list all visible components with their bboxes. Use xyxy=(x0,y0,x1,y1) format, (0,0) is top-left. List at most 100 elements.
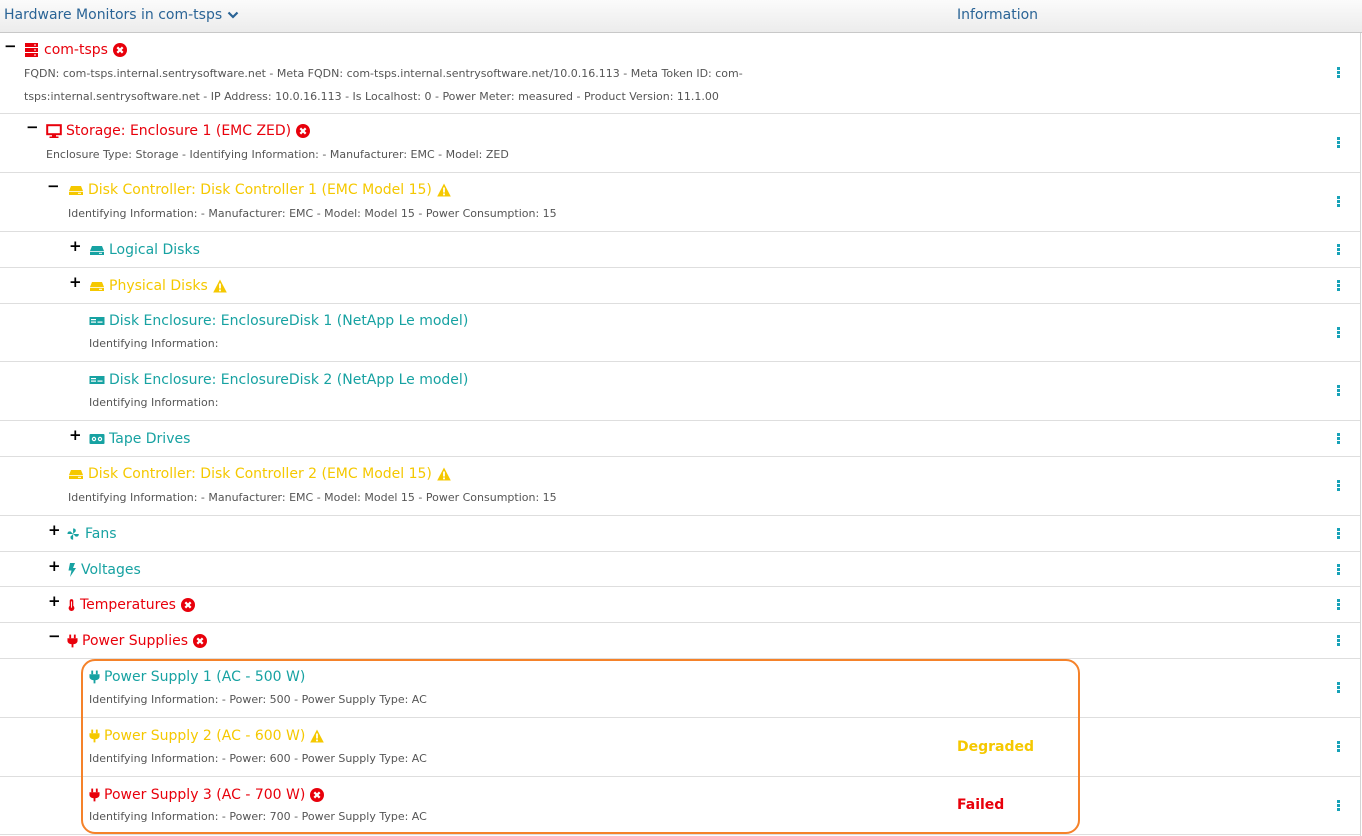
tree-row-power-supply-2: Power Supply 2 (AC - 600 W) Identifying … xyxy=(0,718,1360,777)
row-menu-button[interactable] xyxy=(1335,66,1341,80)
row-title[interactable]: Disk Enclosure: EnclosureDisk 1 (NetApp … xyxy=(109,313,468,329)
tree-row-disk-controller-2: Disk Controller: Disk Controller 2 (EMC … xyxy=(0,457,1360,516)
server-icon xyxy=(25,43,38,57)
row-title[interactable]: Tape Drives xyxy=(109,431,190,447)
row-details-continued: tsps:internal.sentrysoftware.net - IP Ad… xyxy=(24,90,719,103)
row-title[interactable]: Power Supply 2 (AC - 600 W) xyxy=(104,728,305,744)
failed-status-icon xyxy=(193,634,207,648)
warning-status-icon xyxy=(437,467,451,481)
header-title: Hardware Monitors in com-tsps xyxy=(4,7,223,23)
tree-row-power-supply-1: Power Supply 1 (AC - 500 W) Identifying … xyxy=(0,659,1360,718)
tree-row-disk-enclosure-1: Disk Enclosure: EnclosureDisk 1 (NetApp … xyxy=(0,304,1360,362)
failed-status-icon xyxy=(310,788,325,802)
plug-icon xyxy=(89,729,100,743)
tree-row-tape-drives: + Tape Drives xyxy=(0,421,1360,457)
row-details: Identifying Information: xyxy=(89,337,219,350)
row-title[interactable]: Physical Disks xyxy=(109,278,208,294)
plug-icon xyxy=(89,670,100,684)
row-menu-button[interactable] xyxy=(1335,326,1341,340)
row-details: Identifying Information: - Power: 700 - … xyxy=(89,810,427,823)
tree-row-temperatures: + Temperatures xyxy=(0,587,1360,623)
information-status: Failed xyxy=(957,797,1005,813)
row-menu-button[interactable] xyxy=(1335,279,1341,293)
row-title[interactable]: Storage: Enclosure 1 (EMC ZED) xyxy=(66,123,291,139)
row-title[interactable]: Voltages xyxy=(81,562,141,578)
row-menu-button[interactable] xyxy=(1335,243,1341,257)
row-title[interactable]: Fans xyxy=(85,526,117,542)
row-menu-button[interactable] xyxy=(1335,195,1341,209)
failed-status-icon xyxy=(180,598,195,612)
tree-row-physical-disks: + Physical Disks xyxy=(0,268,1360,304)
bolt-icon xyxy=(68,563,76,577)
warning-status-icon xyxy=(437,183,451,197)
row-details: Identifying Information: - Manufacturer:… xyxy=(68,491,557,504)
monitor-icon xyxy=(46,124,62,138)
row-details: Identifying Information: - Manufacturer:… xyxy=(68,207,557,220)
row-title[interactable]: Disk Enclosure: EnclosureDisk 2 (NetApp … xyxy=(109,372,468,388)
tree-row-disk-enclosure-2: Disk Enclosure: EnclosureDisk 2 (NetApp … xyxy=(0,362,1360,421)
table-header: Hardware Monitors in com-tsps Informatio… xyxy=(0,0,1362,33)
tape-drive-icon xyxy=(89,434,105,444)
row-title[interactable]: Temperatures xyxy=(80,597,176,613)
tree-row-disk-controller-1: − Disk Controller: Disk Controller 1 (EM… xyxy=(0,173,1360,232)
expand-toggle[interactable]: + xyxy=(69,275,82,290)
collapse-toggle[interactable]: − xyxy=(26,120,39,135)
warning-status-icon xyxy=(310,729,325,743)
row-title[interactable]: Logical Disks xyxy=(109,242,200,258)
tree-row-logical-disks: + Logical Disks xyxy=(0,232,1360,268)
expand-toggle[interactable]: + xyxy=(48,523,61,538)
row-menu-button[interactable] xyxy=(1335,527,1341,541)
row-menu-button[interactable] xyxy=(1335,799,1341,813)
row-menu-button[interactable] xyxy=(1335,634,1341,648)
plug-icon xyxy=(89,788,100,802)
row-menu-button[interactable] xyxy=(1335,563,1341,577)
chevron-down-icon xyxy=(227,11,239,19)
table-right-border xyxy=(1360,33,1361,836)
collapse-toggle[interactable]: − xyxy=(4,39,17,54)
row-menu-button[interactable] xyxy=(1335,681,1341,695)
hdd-icon xyxy=(69,186,83,195)
collapse-toggle[interactable]: − xyxy=(47,179,60,194)
row-menu-button[interactable] xyxy=(1335,479,1341,493)
hdd-icon xyxy=(90,282,104,291)
information-column-header: Information xyxy=(957,7,1039,23)
tree-row-voltages: + Voltages xyxy=(0,552,1360,587)
hdd-icon xyxy=(90,246,104,255)
expand-toggle[interactable]: + xyxy=(69,428,82,443)
row-title[interactable]: com-tsps xyxy=(44,42,108,58)
row-title[interactable]: Power Supply 3 (AC - 700 W) xyxy=(104,787,305,803)
thermometer-icon xyxy=(68,599,75,612)
row-title[interactable]: Disk Controller: Disk Controller 1 (EMC … xyxy=(88,182,432,198)
row-menu-button[interactable] xyxy=(1335,384,1341,398)
row-menu-button[interactable] xyxy=(1335,740,1341,754)
row-menu-button[interactable] xyxy=(1335,598,1341,612)
tree-row-fans: + Fans xyxy=(0,516,1360,552)
tree-row-storage-enclosure: − Storage: Enclosure 1 (EMC ZED) Enclosu… xyxy=(0,114,1360,173)
row-title[interactable]: Power Supply 1 (AC - 500 W) xyxy=(104,669,305,685)
row-details: Enclosure Type: Storage - Identifying In… xyxy=(46,148,509,161)
row-details: Identifying Information: xyxy=(89,396,219,409)
expand-toggle[interactable]: + xyxy=(69,239,82,254)
information-status: Degraded xyxy=(957,739,1035,755)
row-details: Identifying Information: - Power: 500 - … xyxy=(89,693,427,706)
row-title[interactable]: Disk Controller: Disk Controller 2 (EMC … xyxy=(88,466,432,482)
row-menu-button[interactable] xyxy=(1335,136,1341,150)
row-details: Identifying Information: - Power: 600 - … xyxy=(89,752,427,765)
tree-row-com-tsps: − com-tsps FQDN: com-tsps.internal.sentr… xyxy=(0,33,1360,114)
row-menu-button[interactable] xyxy=(1335,432,1341,446)
tree-row-power-supply-3: Power Supply 3 (AC - 700 W) Identifying … xyxy=(0,777,1360,835)
hdd-icon xyxy=(69,470,83,479)
disk-enclosure-icon xyxy=(89,376,105,384)
tree-row-power-supplies: − Power Supplies xyxy=(0,623,1360,659)
plug-icon xyxy=(67,634,78,648)
row-title[interactable]: Power Supplies xyxy=(82,633,188,649)
expand-toggle[interactable]: + xyxy=(48,594,61,609)
warning-status-icon xyxy=(212,279,227,293)
failed-status-icon xyxy=(296,124,311,138)
disk-enclosure-icon xyxy=(89,317,105,325)
row-details: FQDN: com-tsps.internal.sentrysoftware.n… xyxy=(24,67,743,80)
fan-icon xyxy=(67,528,79,540)
hardware-monitors-dropdown[interactable]: Hardware Monitors in com-tsps xyxy=(4,7,239,23)
collapse-toggle[interactable]: − xyxy=(48,629,61,644)
expand-toggle[interactable]: + xyxy=(48,559,61,574)
